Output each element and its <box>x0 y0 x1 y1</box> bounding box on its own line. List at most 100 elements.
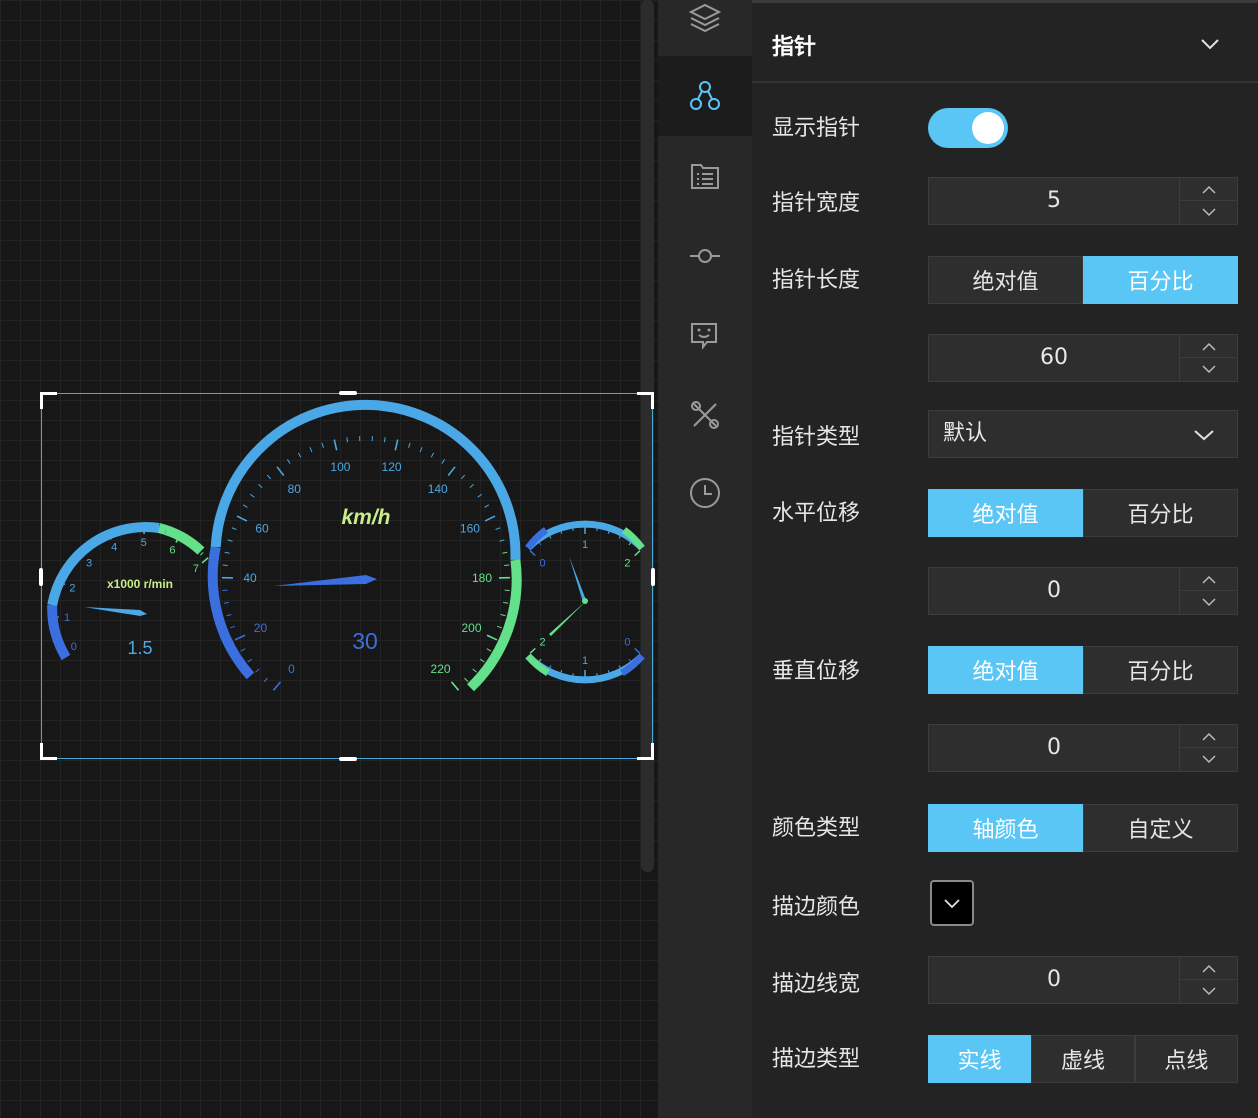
gauge-tick-label: 180 <box>472 571 492 585</box>
gauge-tick <box>634 550 641 557</box>
stepper-up-icon[interactable] <box>1201 342 1217 352</box>
speed-gauge-arc-main <box>210 399 521 561</box>
gauge-tick <box>472 668 477 673</box>
gauge-tick <box>469 483 474 489</box>
v-offset-input[interactable]: 0 <box>928 724 1238 772</box>
gauge-tick <box>250 493 255 498</box>
chevron-down-icon[interactable] <box>1200 37 1220 51</box>
list-doc-icon <box>691 164 719 189</box>
gauge-tick <box>484 504 490 508</box>
gauge-tick <box>503 601 509 604</box>
gauge-tick <box>477 493 482 498</box>
sidebar-item-nodes[interactable] <box>658 56 752 136</box>
speed-pointer <box>274 575 377 586</box>
gauge-tick <box>201 557 209 564</box>
stepper-up-icon[interactable] <box>1201 185 1217 195</box>
property-panel: 指针 显示指针 指针宽度 5 指针长度 绝对值 百分比 60 指针类型 默认 水… <box>752 0 1258 1118</box>
gauge-tick-label: 4 <box>111 542 117 554</box>
h-offset-stepper[interactable] <box>1179 568 1238 614</box>
h-offset-percent-option[interactable]: 百分比 <box>1083 489 1238 537</box>
sidebar-item-chat[interactable] <box>658 295 752 375</box>
speed-value-readout: 30 <box>352 628 378 654</box>
chevron-down-icon <box>1194 430 1214 441</box>
show-pointer-label: 显示指针 <box>772 116 861 141</box>
gauge-tick <box>430 452 435 458</box>
stepper-down-icon[interactable] <box>1201 364 1217 374</box>
gauge-tick <box>150 526 153 531</box>
stroke-color-picker[interactable] <box>930 880 974 926</box>
h-offset-input[interactable]: 0 <box>928 567 1238 615</box>
gauge-tick-label: 1 <box>64 612 70 624</box>
stroke-type-solid-option[interactable]: 实线 <box>928 1035 1032 1083</box>
pointer-width-label: 指针宽度 <box>772 191 861 216</box>
gauge-tick <box>286 459 291 464</box>
v-offset-percent-option[interactable]: 百分比 <box>1083 646 1238 694</box>
rpm-pointer <box>84 607 147 616</box>
stepper-up-icon[interactable] <box>1201 964 1217 974</box>
pointer-length-input[interactable]: 60 <box>928 334 1238 382</box>
pointer-length-value: 60 <box>1040 345 1068 370</box>
nodes-icon <box>690 81 720 110</box>
aux-gauge-lower-arc-green <box>525 653 550 677</box>
aux-gauge-lower-labels: 2 1 0 <box>540 637 631 667</box>
stroke-type-dotted-option[interactable]: 点线 <box>1134 1035 1238 1083</box>
gauge-tick-label: 0 <box>540 557 546 569</box>
rpm-value-readout: 1.5 <box>127 638 152 658</box>
gauge-tick <box>333 439 338 451</box>
sidebar-item-history[interactable] <box>658 453 752 533</box>
gauge-tick <box>240 648 246 652</box>
color-type-axis-option[interactable]: 轴颜色 <box>928 804 1083 852</box>
stepper-down-icon[interactable] <box>1201 986 1217 996</box>
h-offset-mode: 绝对值 百分比 <box>928 489 1238 537</box>
stepper-down-icon[interactable] <box>1201 597 1217 607</box>
gauge-tick <box>634 647 641 654</box>
gauge-tick-label: 40 <box>243 571 257 585</box>
gauge-tick <box>222 564 228 566</box>
clock-icon <box>690 478 720 508</box>
v-offset-stepper[interactable] <box>1179 725 1238 771</box>
gauge-tick <box>441 459 446 464</box>
h-offset-absolute-option[interactable]: 绝对值 <box>928 489 1083 537</box>
gauge-tick <box>607 669 610 674</box>
gauge-tick <box>230 625 236 629</box>
pointer-type-select[interactable]: 默认 <box>928 410 1238 458</box>
stepper-up-icon[interactable] <box>1201 575 1217 585</box>
sidebar-item-commit[interactable] <box>658 216 752 296</box>
gauge-tick <box>419 447 423 453</box>
gauge-tick <box>236 515 248 522</box>
gauge-tick <box>234 634 246 641</box>
rpm-unit-label: x1000 r/min <box>107 577 173 591</box>
pointer-width-input[interactable]: 5 <box>928 177 1238 225</box>
gauge-tick-label: 200 <box>462 621 482 635</box>
stroke-type-dashed-option[interactable]: 虚线 <box>1031 1035 1135 1083</box>
pointer-type-label: 指针类型 <box>772 425 861 450</box>
section-header-pointer[interactable]: 指针 <box>752 3 1258 83</box>
sidebar-item-layers[interactable] <box>658 0 752 58</box>
show-pointer-toggle[interactable] <box>928 108 1008 148</box>
v-offset-absolute-option[interactable]: 绝对值 <box>928 646 1083 694</box>
pointer-length-percent-option[interactable]: 百分比 <box>1083 256 1238 304</box>
pointer-width-stepper[interactable] <box>1179 178 1238 224</box>
sidebar-item-list[interactable] <box>658 136 752 216</box>
gauge-tick <box>618 535 621 539</box>
layers-icon <box>688 3 722 33</box>
color-type-custom-option[interactable]: 自定义 <box>1083 804 1238 852</box>
pointer-length-label: 指针长度 <box>772 268 861 293</box>
sidebar-item-tools[interactable] <box>658 375 752 455</box>
gauge-tick <box>486 648 492 652</box>
pointer-length-stepper[interactable] <box>1179 335 1238 381</box>
pointer-length-absolute-option[interactable]: 绝对值 <box>928 256 1083 304</box>
aux-pointer-hub <box>582 598 588 604</box>
editor-canvas[interactable]: 0 20 40 60 80 100 120 140 160 180 200 220 km/h 30 0… <box>0 0 658 1118</box>
aux-gauge: 0 1 2 2 1 0 <box>525 520 645 684</box>
gauge-tick <box>529 647 536 654</box>
gauge-tick <box>51 602 56 604</box>
stepper-up-icon[interactable] <box>1201 732 1217 742</box>
gauge-tick <box>227 539 233 542</box>
stroke-width-stepper[interactable] <box>1179 957 1238 1003</box>
stepper-down-icon[interactable] <box>1201 207 1217 217</box>
stepper-down-icon[interactable] <box>1201 754 1217 764</box>
stroke-width-label: 描边线宽 <box>772 972 861 997</box>
stroke-width-input[interactable]: 0 <box>928 956 1238 1004</box>
v-offset-value: 0 <box>1047 735 1061 760</box>
